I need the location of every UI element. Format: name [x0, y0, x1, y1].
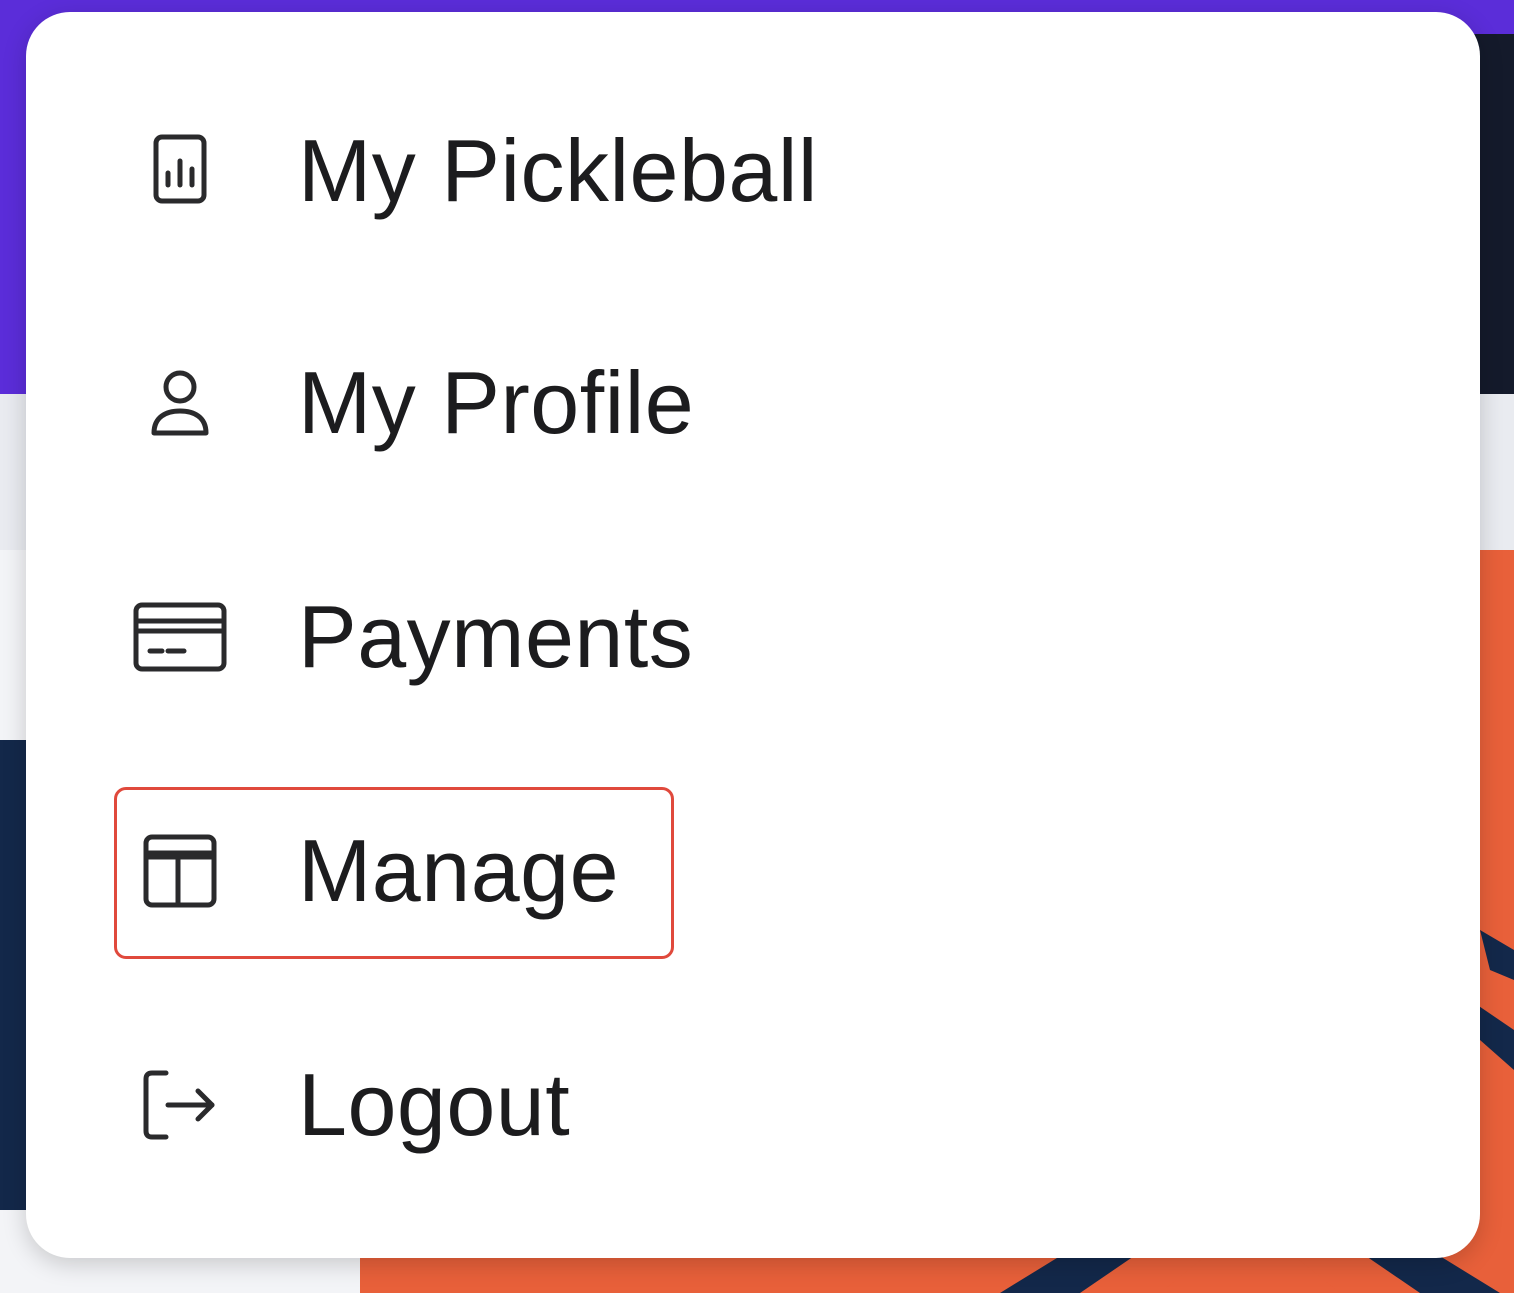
menu-item-label: Manage: [298, 821, 620, 920]
logout-icon: [132, 1057, 228, 1153]
menu-item-payments[interactable]: Payments: [116, 552, 693, 722]
menu-item-label: Payments: [298, 587, 694, 686]
menu-item-my-profile[interactable]: My Profile: [116, 318, 694, 488]
header-right-accent: [1478, 34, 1514, 394]
menu-item-label: My Profile: [298, 353, 695, 452]
bar-chart-icon: [132, 123, 228, 219]
menu-item-label: My Pickleball: [298, 121, 818, 220]
credit-card-icon: [132, 589, 228, 685]
user-dropdown-menu: My Pickleball My Profile Payments Manage…: [26, 12, 1480, 1258]
menu-item-label: Logout: [298, 1055, 571, 1154]
menu-item-my-pickleball[interactable]: My Pickleball: [116, 86, 818, 256]
user-icon: [132, 355, 228, 451]
menu-item-manage[interactable]: Manage: [116, 786, 619, 956]
menu-item-logout[interactable]: Logout: [116, 1020, 570, 1190]
layout-icon: [132, 823, 228, 919]
